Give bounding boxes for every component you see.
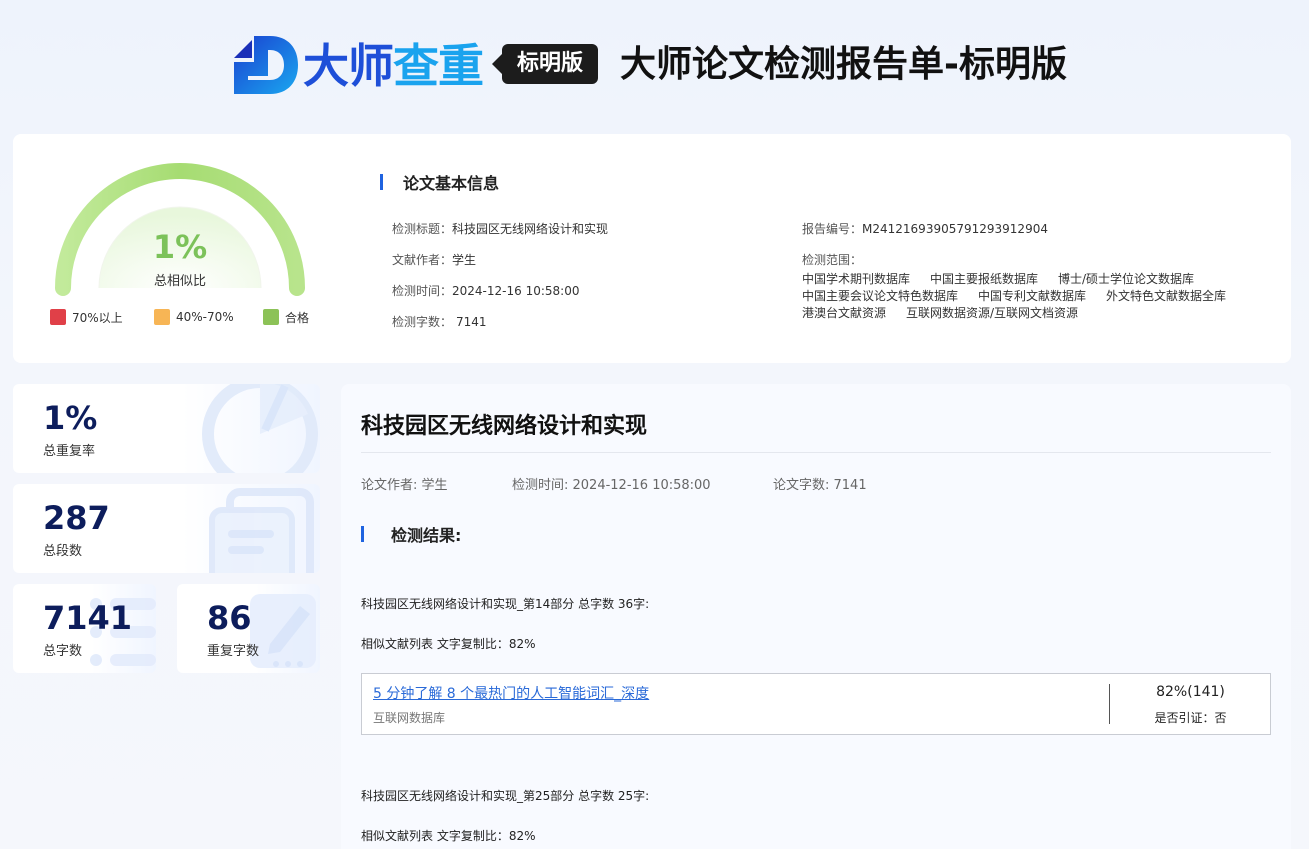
detection-detail-panel: 科技园区无线网络设计和实现 论文作者: 学生 检测时间: 2024-12-16 … xyxy=(341,384,1291,849)
result-heading: 检测结果: xyxy=(361,524,462,545)
brand-d-logo-icon xyxy=(234,36,298,94)
stat-label: 总重复率 xyxy=(43,444,96,459)
gauge-legend: 70%以上 40%-70% 合格 xyxy=(50,308,330,326)
stat-card-total-rate: 1% 总重复率 xyxy=(13,384,320,473)
scope-item: 博士/硕士学位论文数据库 xyxy=(1058,272,1195,286)
info-report-number: 报告编号：M24121693905791293912904 xyxy=(802,222,1048,236)
stat-card-repeat-words: 86 重复字数 xyxy=(177,584,320,673)
legend-label: 70%以上 xyxy=(72,310,123,325)
report-title: 大师论文检测报告单-标明版 xyxy=(620,44,1067,85)
legend-item-pass: 合格 xyxy=(263,308,309,326)
similar-ratio: 相似文献列表 文字复制比：82% xyxy=(361,637,536,651)
stat-label: 重复字数 xyxy=(207,644,260,659)
pencil-icon xyxy=(250,594,316,668)
brand-name: 大师查重 xyxy=(303,39,484,93)
scope-item: 港澳台文献资源 xyxy=(802,306,887,320)
part-heading: 科技园区无线网络设计和实现_第25部分 总字数 25字: xyxy=(361,789,650,803)
legend-swatch-green xyxy=(263,309,279,325)
section-accent-bar xyxy=(361,526,364,542)
info-check-time: 检测时间：2024-12-16 10:58:00 xyxy=(392,284,580,298)
stat-value: 7141 xyxy=(43,599,133,637)
legend-item-mid: 40%-70% xyxy=(154,308,234,326)
source-percentage: 82%(141) xyxy=(1156,684,1225,700)
scope-item: 中国专利文献数据库 xyxy=(978,289,1087,303)
source-title-link[interactable]: 5 分钟了解 8 个最热门的人工智能词汇_深度 xyxy=(373,683,649,703)
legend-item-high: 70%以上 xyxy=(50,308,123,326)
section-title: 检测结果: xyxy=(391,526,462,545)
pie-chart-icon xyxy=(202,384,318,473)
source-database: 互联网数据库 xyxy=(373,711,446,725)
gauge-label: 总相似比 xyxy=(153,274,206,289)
legend-label: 40%-70% xyxy=(176,310,234,324)
stat-label: 总字数 xyxy=(43,644,83,659)
section-accent-bar xyxy=(380,174,383,190)
stat-card-paragraphs: 287 总段数 xyxy=(13,484,320,573)
legend-swatch-red xyxy=(50,309,66,325)
stat-label: 总段数 xyxy=(43,544,83,559)
paper-title: 科技园区无线网络设计和实现 xyxy=(361,414,648,439)
scope-item: 互联网数据资源/互联网文档资源 xyxy=(906,306,1079,320)
stat-card-words: 7141 总字数 xyxy=(13,584,156,673)
scope-item: 中国主要报纸数据库 xyxy=(930,272,1039,286)
gauge-value: 1% xyxy=(152,228,208,266)
title-divider xyxy=(361,452,1271,453)
similarity-gauge: 1% 总相似比 xyxy=(53,162,313,312)
info-check-title: 检测标题：科技园区无线网络设计和实现 xyxy=(392,222,609,236)
similar-source-entry: 5 分钟了解 8 个最热门的人工智能词汇_深度 互联网数据库 82%(141) … xyxy=(361,673,1271,735)
info-author: 文献作者：学生 xyxy=(392,253,477,267)
info-scope-label: 检测范围： xyxy=(802,253,863,267)
basic-info-heading: 论文基本信息 xyxy=(380,172,500,193)
source-citation: 是否引证：否 xyxy=(1154,711,1227,725)
summary-card: 1% 总相似比 70%以上 40%-70% 合格 论文基本信息 检测标题：科技园… xyxy=(13,134,1291,363)
section-title: 论文基本信息 xyxy=(403,174,500,193)
scope-item: 外文特色文献数据全库 xyxy=(1106,289,1227,303)
info-word-count: 检测字数： 7141 xyxy=(392,315,487,329)
scope-item: 中国学术期刊数据库 xyxy=(802,272,911,286)
legend-label: 合格 xyxy=(285,310,310,325)
part-heading: 科技园区无线网络设计和实现_第14部分 总字数 36字: xyxy=(361,597,650,611)
meta-words: 论文字数: 7141 xyxy=(773,478,867,493)
report-header: 大师查重 标明版 大师论文检测报告单-标明版 xyxy=(0,30,1309,100)
similar-ratio: 相似文献列表 文字复制比：82% xyxy=(361,829,536,843)
legend-swatch-orange xyxy=(154,309,170,325)
scope-item: 中国主要会议论文特色数据库 xyxy=(802,289,959,303)
meta-author: 论文作者: 学生 xyxy=(361,478,448,493)
stat-value: 86 xyxy=(207,599,252,637)
document-stack-icon xyxy=(209,488,314,573)
edition-badge: 标明版 xyxy=(492,44,598,84)
stat-value: 287 xyxy=(43,499,110,537)
basic-info-section: 论文基本信息 检测标题：科技园区无线网络设计和实现 文献作者：学生 检测时间：2… xyxy=(380,172,1260,342)
meta-time: 检测时间: 2024-12-16 10:58:00 xyxy=(512,478,711,493)
stat-value: 1% xyxy=(43,399,98,437)
